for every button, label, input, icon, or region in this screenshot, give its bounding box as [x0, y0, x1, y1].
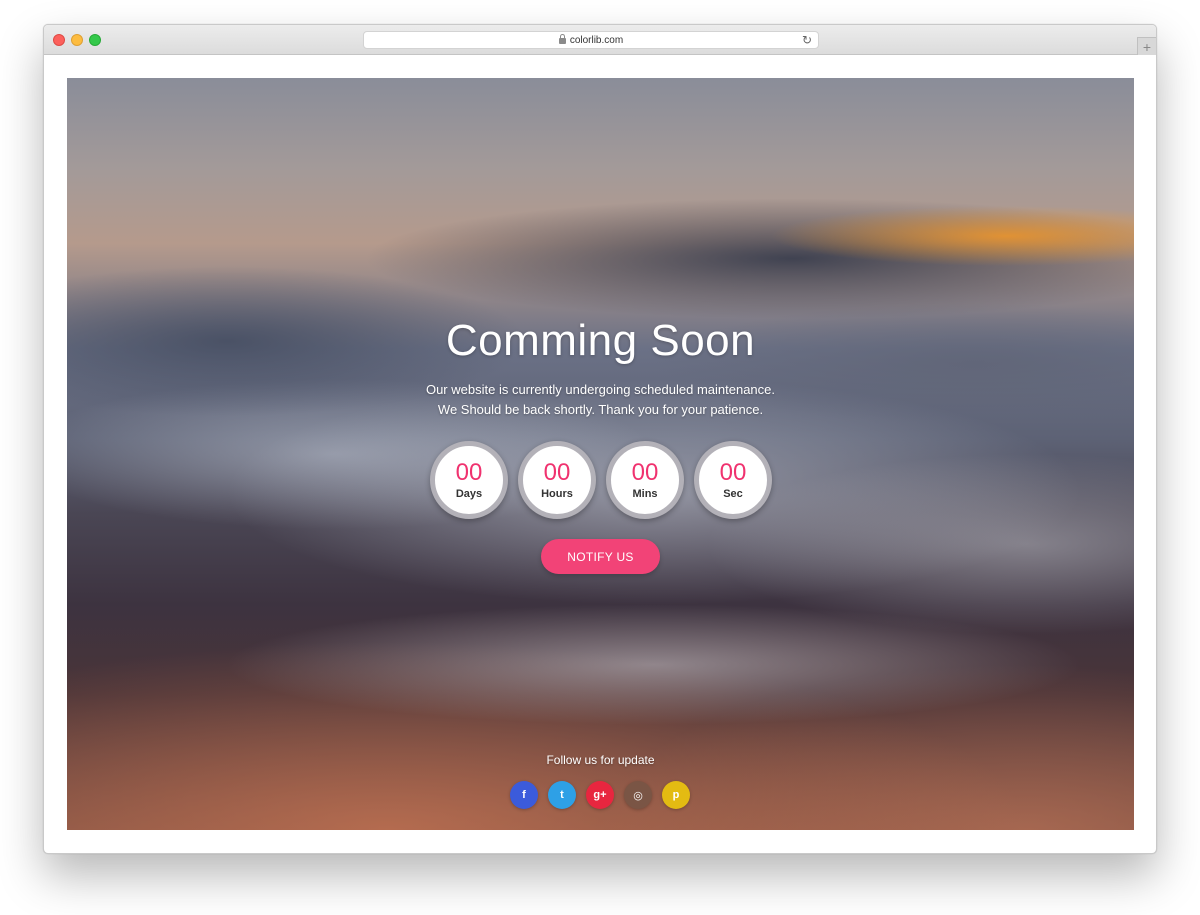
countdown-value: 00 — [631, 459, 659, 486]
new-tab-button[interactable]: + — [1137, 37, 1156, 55]
countdown-label: Sec — [723, 488, 743, 500]
browser-window: colorlib.com ↻ + Comming Soon Our websit… — [43, 24, 1157, 854]
notify-us-button[interactable]: NOTIFY US — [541, 539, 660, 574]
pinterest-icon[interactable]: p — [662, 781, 690, 809]
instagram-icon[interactable]: ◎ — [624, 781, 652, 809]
countdown-label: Mins — [632, 488, 658, 500]
follow-us-text: Follow us for update — [546, 753, 655, 767]
hero-background: Comming Soon Our website is currently un… — [67, 78, 1134, 830]
google-plus-icon[interactable]: g+ — [586, 781, 614, 809]
browser-titlebar: colorlib.com ↻ + — [44, 25, 1156, 55]
countdown-sec: 00 Sec — [694, 441, 772, 519]
countdown-value: 00 — [543, 459, 571, 486]
page-title: Comming Soon — [445, 316, 756, 365]
countdown-timer: 00 Days 00 Hours 00 Mins 00 Sec — [430, 441, 772, 519]
lock-icon — [558, 34, 566, 44]
address-bar[interactable]: colorlib.com ↻ — [363, 31, 819, 49]
countdown-days: 00 Days — [430, 441, 508, 519]
countdown-hours: 00 Hours — [518, 441, 596, 519]
minimize-window-button[interactable] — [71, 34, 83, 46]
facebook-icon[interactable]: f — [510, 781, 538, 809]
countdown-label: Days — [455, 488, 483, 500]
url-text: colorlib.com — [569, 34, 624, 46]
social-links: f t g+ ◎ p — [510, 781, 690, 809]
close-window-button[interactable] — [53, 34, 65, 46]
reload-icon[interactable]: ↻ — [802, 33, 812, 47]
maximize-window-button[interactable] — [89, 34, 101, 46]
coming-soon-content: Comming Soon Our website is currently un… — [67, 78, 1134, 830]
countdown-value: 00 — [455, 459, 483, 486]
countdown-label: Hours — [541, 488, 573, 500]
countdown-value: 00 — [719, 459, 747, 486]
subtitle-line-2: We Should be back shortly. Thank you for… — [437, 402, 764, 417]
subtitle-line-1: Our website is currently undergoing sche… — [425, 382, 776, 397]
countdown-mins: 00 Mins — [606, 441, 684, 519]
twitter-icon[interactable]: t — [548, 781, 576, 809]
